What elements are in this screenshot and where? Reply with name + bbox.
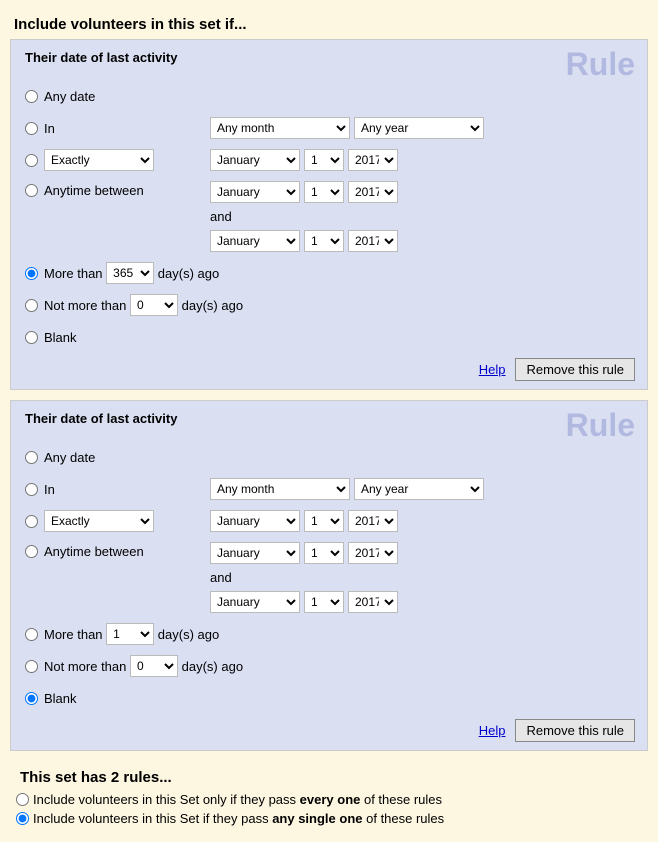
select-between-to-month[interactable]: January bbox=[210, 591, 300, 613]
rule-watermark: Rule bbox=[566, 407, 635, 444]
select-exactly-day[interactable]: 1 bbox=[304, 510, 344, 532]
select-between-from-month[interactable]: January bbox=[210, 542, 300, 564]
select-more-than-days[interactable]: 365 bbox=[106, 262, 154, 284]
remove-rule-button[interactable]: Remove this rule bbox=[515, 719, 635, 742]
select-in-year[interactable]: Any year bbox=[354, 478, 484, 500]
label-and: and bbox=[210, 568, 398, 587]
select-in-month[interactable]: Any month bbox=[210, 117, 350, 139]
summary-section: This set has 2 rules... Include voluntee… bbox=[10, 769, 648, 826]
radio-any-date[interactable] bbox=[25, 451, 38, 464]
label-anytime-between: Anytime between bbox=[44, 544, 144, 559]
label-more-than: More than bbox=[44, 627, 103, 642]
radio-blank[interactable] bbox=[25, 692, 38, 705]
radio-more-than[interactable] bbox=[25, 628, 38, 641]
select-in-month[interactable]: Any month bbox=[210, 478, 350, 500]
select-between-from-year[interactable]: 2017 bbox=[348, 542, 398, 564]
label-days-ago: day(s) ago bbox=[182, 298, 243, 313]
rule-box-2: Rule Their date of last activity Any dat… bbox=[10, 400, 648, 751]
label-pass-any: Include volunteers in this Set if they p… bbox=[33, 811, 444, 826]
radio-any-date[interactable] bbox=[25, 90, 38, 103]
select-between-from-day[interactable]: 1 bbox=[304, 181, 344, 203]
label-days-ago: day(s) ago bbox=[182, 659, 243, 674]
radio-blank[interactable] bbox=[25, 331, 38, 344]
label-any-date: Any date bbox=[44, 450, 95, 465]
radio-exactly[interactable] bbox=[25, 515, 38, 528]
remove-rule-button[interactable]: Remove this rule bbox=[515, 358, 635, 381]
label-blank: Blank bbox=[44, 330, 77, 345]
radio-not-more-than[interactable] bbox=[25, 299, 38, 312]
rule-watermark: Rule bbox=[566, 46, 635, 83]
rule-box-1: Rule Their date of last activity Any dat… bbox=[10, 39, 648, 390]
label-more-than: More than bbox=[44, 266, 103, 281]
select-exactly-month[interactable]: January bbox=[210, 149, 300, 171]
help-link[interactable]: Help bbox=[479, 362, 506, 377]
radio-pass-any[interactable] bbox=[16, 812, 29, 825]
rule-title: Their date of last activity bbox=[25, 411, 635, 426]
select-between-from-month[interactable]: January bbox=[210, 181, 300, 203]
radio-exactly[interactable] bbox=[25, 154, 38, 167]
select-between-to-day[interactable]: 1 bbox=[304, 230, 344, 252]
select-between-to-month[interactable]: January bbox=[210, 230, 300, 252]
label-days-ago: day(s) ago bbox=[158, 266, 219, 281]
label-in: In bbox=[44, 121, 55, 136]
help-link[interactable]: Help bbox=[479, 723, 506, 738]
select-exactly-year[interactable]: 2017 bbox=[348, 149, 398, 171]
rule-title: Their date of last activity bbox=[25, 50, 635, 65]
label-not-more-than: Not more than bbox=[44, 298, 126, 313]
radio-anytime-between[interactable] bbox=[25, 545, 38, 558]
select-exactly-year[interactable]: 2017 bbox=[348, 510, 398, 532]
select-not-more-than-days[interactable]: 0 bbox=[130, 655, 178, 677]
label-days-ago: day(s) ago bbox=[158, 627, 219, 642]
page-title: Include volunteers in this set if... bbox=[14, 16, 648, 33]
radio-pass-every[interactable] bbox=[16, 793, 29, 806]
select-exactly-day[interactable]: 1 bbox=[304, 149, 344, 171]
label-not-more-than: Not more than bbox=[44, 659, 126, 674]
select-between-from-year[interactable]: 2017 bbox=[348, 181, 398, 203]
radio-more-than[interactable] bbox=[25, 267, 38, 280]
select-between-from-day[interactable]: 1 bbox=[304, 542, 344, 564]
label-anytime-between: Anytime between bbox=[44, 183, 144, 198]
select-not-more-than-days[interactable]: 0 bbox=[130, 294, 178, 316]
select-between-to-day[interactable]: 1 bbox=[304, 591, 344, 613]
radio-not-more-than[interactable] bbox=[25, 660, 38, 673]
label-blank: Blank bbox=[44, 691, 77, 706]
label-and: and bbox=[210, 207, 398, 226]
radio-anytime-between[interactable] bbox=[25, 184, 38, 197]
select-in-year[interactable]: Any year bbox=[354, 117, 484, 139]
summary-title: This set has 2 rules... bbox=[20, 769, 642, 786]
radio-in[interactable] bbox=[25, 122, 38, 135]
label-in: In bbox=[44, 482, 55, 497]
select-exactly-relation[interactable]: Exactly bbox=[44, 149, 154, 171]
select-more-than-days[interactable]: 1 bbox=[106, 623, 154, 645]
select-between-to-year[interactable]: 2017 bbox=[348, 591, 398, 613]
select-exactly-relation[interactable]: Exactly bbox=[44, 510, 154, 532]
label-pass-every: Include volunteers in this Set only if t… bbox=[33, 792, 442, 807]
select-exactly-month[interactable]: January bbox=[210, 510, 300, 532]
select-between-to-year[interactable]: 2017 bbox=[348, 230, 398, 252]
radio-in[interactable] bbox=[25, 483, 38, 496]
label-any-date: Any date bbox=[44, 89, 95, 104]
